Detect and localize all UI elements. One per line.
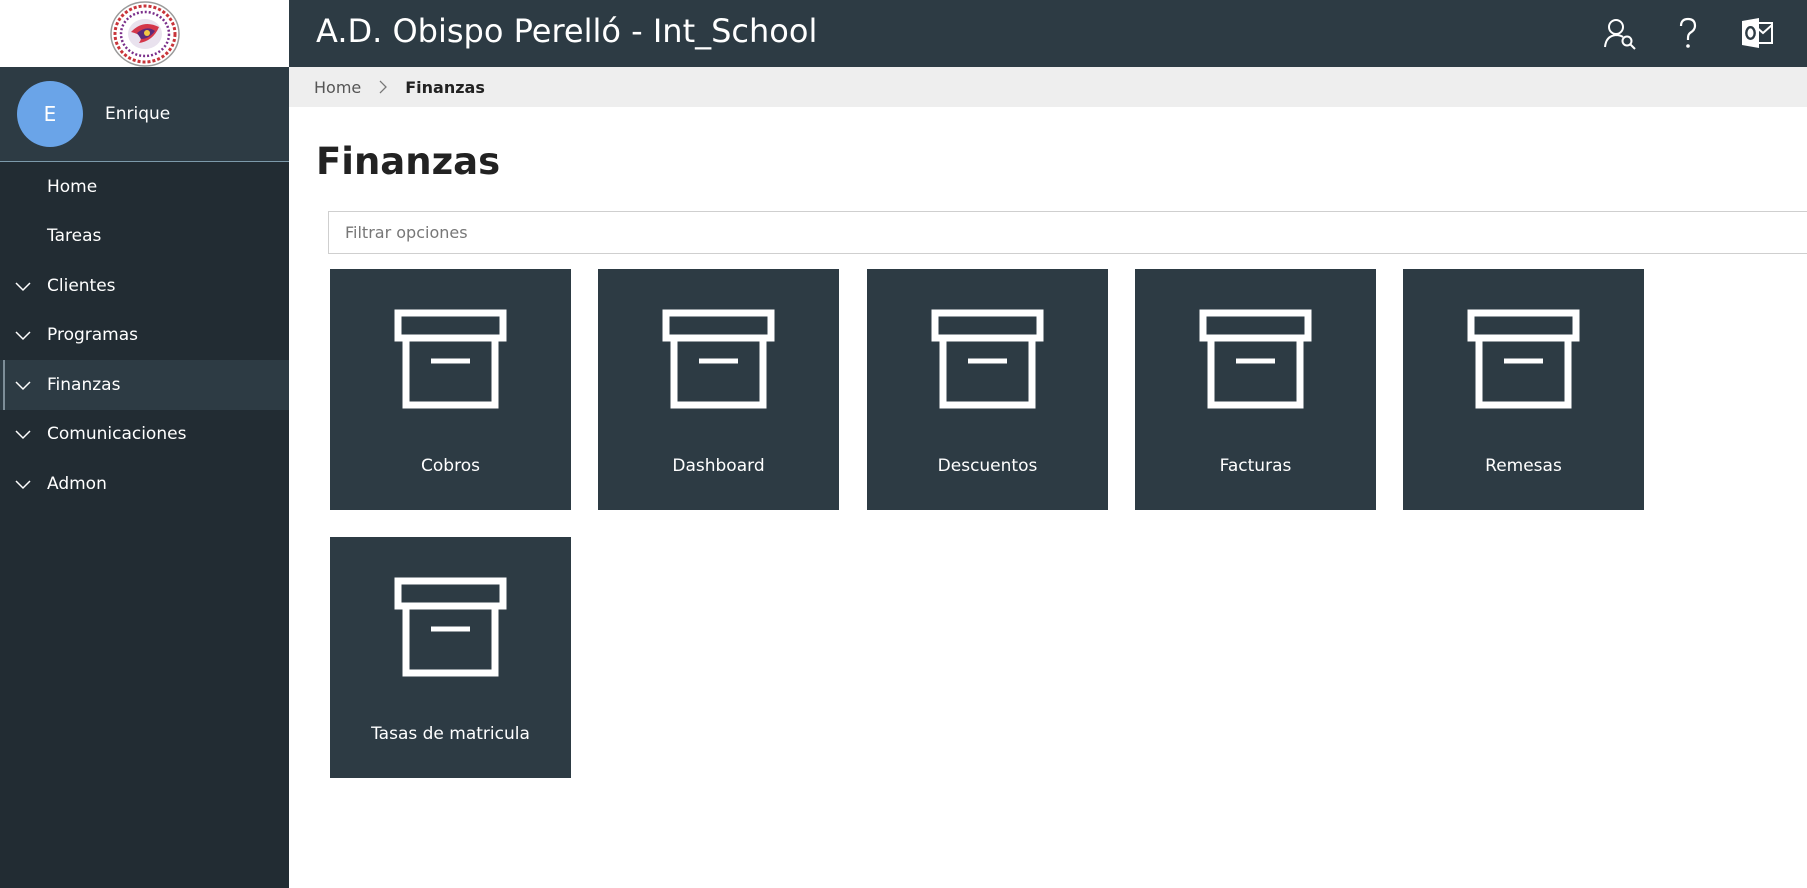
sidebar-item-label: Admon: [47, 473, 107, 494]
chevron-right-icon: [379, 80, 388, 94]
sidebar-item-clientes[interactable]: Clientes: [0, 261, 289, 311]
chevron-down-icon: [15, 480, 31, 489]
sidebar-item-label: Home: [47, 176, 98, 197]
sidebar-nav: Home Tareas Clientes Programas Finanzas …: [0, 162, 289, 509]
tile-remesas[interactable]: Remesas: [1403, 269, 1644, 510]
chevron-down-icon: [15, 331, 31, 341]
sidebar-item-admon[interactable]: Admon: [0, 459, 289, 509]
tile-label: Facturas: [1219, 456, 1292, 476]
archive-box-icon: [1467, 309, 1580, 409]
user-name: Enrique: [105, 104, 171, 124]
chevron-down-icon: [15, 430, 31, 440]
help-icon: [1679, 17, 1697, 48]
sidebar-item-label: Finanzas: [47, 374, 121, 395]
breadcrumb-current: Finanzas: [405, 77, 485, 97]
user-profile[interactable]: E Enrique: [0, 67, 289, 162]
help-button[interactable]: [1669, 14, 1707, 52]
archive-box-icon: [662, 309, 775, 409]
sidebar: E Enrique Home Tareas Clientes Programas…: [0, 0, 289, 888]
archive-box-icon: [1199, 309, 1312, 409]
breadcrumb: Home Finanzas: [289, 67, 1807, 107]
archive-box-icon: [394, 309, 507, 409]
sidebar-item-programas[interactable]: Programas: [0, 311, 289, 361]
tile-label: Remesas: [1485, 456, 1562, 476]
sidebar-item-label: Comunicaciones: [47, 424, 187, 445]
outlook-icon: [1742, 18, 1773, 48]
tile-dashboard[interactable]: Dashboard: [598, 269, 839, 510]
school-logo-icon: [109, 0, 180, 67]
sidebar-item-finanzas[interactable]: Finanzas: [0, 360, 289, 410]
tile-label: Descuentos: [937, 456, 1038, 476]
tile-label: Cobros: [421, 456, 480, 476]
user-search-button[interactable]: [1601, 14, 1639, 52]
tile-label: Tasas de matricula: [371, 724, 530, 744]
sidebar-item-label: Tareas: [47, 226, 102, 247]
tile-descuentos[interactable]: Descuentos: [867, 269, 1108, 510]
chevron-down-icon: [15, 381, 31, 390]
logo-area[interactable]: [0, 0, 289, 67]
tile-facturas[interactable]: Facturas: [1135, 269, 1376, 510]
user-search-icon: [1604, 19, 1636, 50]
avatar[interactable]: E: [17, 81, 83, 147]
page-title: Finanzas: [316, 140, 501, 183]
tile-tasas-de-matricula[interactable]: Tasas de matricula: [330, 537, 571, 778]
chevron-down-icon: [15, 282, 31, 291]
sidebar-item-label: Programas: [47, 325, 139, 346]
sidebar-item-home[interactable]: Home: [0, 162, 289, 212]
filter-input[interactable]: [328, 211, 1807, 254]
tile-cobros[interactable]: Cobros: [330, 269, 571, 510]
sidebar-item-label: Clientes: [47, 275, 116, 296]
breadcrumb-home-link[interactable]: Home: [314, 78, 361, 97]
archive-box-icon: [394, 577, 507, 677]
sidebar-item-comunicaciones[interactable]: Comunicaciones: [0, 410, 289, 460]
archive-box-icon: [931, 309, 1044, 409]
app-title: A.D. Obispo Perelló - Int_School: [316, 12, 818, 50]
top-bar: A.D. Obispo Perelló - Int_School: [289, 0, 1807, 67]
outlook-button[interactable]: [1738, 14, 1776, 52]
sidebar-item-tareas[interactable]: Tareas: [0, 212, 289, 262]
tile-label: Dashboard: [672, 456, 765, 476]
